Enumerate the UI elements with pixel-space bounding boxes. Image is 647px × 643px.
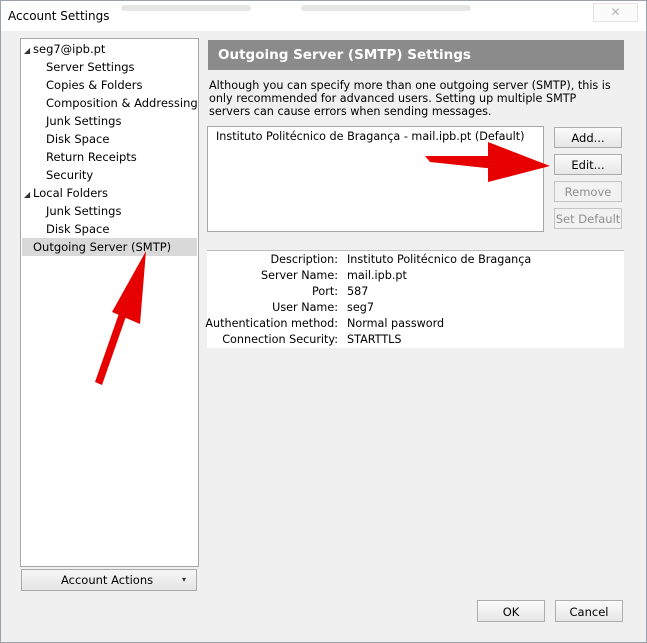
ok-button[interactable]: OK xyxy=(477,600,545,622)
tree-item-return-receipts[interactable]: Return Receipts xyxy=(46,148,137,166)
detail-key: Description: xyxy=(270,253,339,266)
tree-item-outgoing-server[interactable]: Outgoing Server (SMTP) xyxy=(22,238,197,256)
detail-value: STARTTLS xyxy=(347,333,402,346)
detail-key: Port: xyxy=(312,285,338,298)
window-title: Account Settings xyxy=(8,9,110,23)
detail-row: Description: Instituto Politécnico de Bra… xyxy=(207,252,624,268)
detail-value: 587 xyxy=(347,285,369,298)
tree-item-local-junk-settings[interactable]: Junk Settings xyxy=(46,202,121,220)
detail-row: Port: 587 xyxy=(207,284,624,300)
tree-item-disk-space[interactable]: Disk Space xyxy=(46,130,109,148)
tree-item-local-disk-space[interactable]: Disk Space xyxy=(46,220,109,238)
tree-item-label: Server Settings xyxy=(46,60,135,74)
title-blur-decoration xyxy=(301,5,471,11)
tree-item-copies-folders[interactable]: Copies & Folders xyxy=(46,76,142,94)
detail-row: Server Name: mail.ipb.pt xyxy=(207,268,624,284)
detail-value: mail.ipb.pt xyxy=(347,269,407,282)
tree-item-security[interactable]: Security xyxy=(46,166,93,184)
list-item[interactable]: Instituto Politécnico de Bragança - mail… xyxy=(216,130,524,143)
tree-item-label: Local Folders xyxy=(33,186,108,200)
detail-key: Authentication method: xyxy=(205,317,338,330)
tree-item-server-settings[interactable]: Server Settings xyxy=(46,58,135,76)
tree-item-label: Copies & Folders xyxy=(46,78,143,92)
tree-item-label: Composition & Addressing xyxy=(46,96,198,110)
tree-item-label: Security xyxy=(46,168,94,182)
detail-value: Normal password xyxy=(347,317,445,330)
tree-item-label: Junk Settings xyxy=(46,204,122,218)
close-button[interactable]: ✕ xyxy=(593,3,638,22)
detail-value: Instituto Politécnico de Bragança xyxy=(347,253,532,266)
expand-icon[interactable]: ◢ xyxy=(24,186,33,204)
set-default-button[interactable]: Set Default xyxy=(554,208,622,229)
tree-item-label: Return Receipts xyxy=(46,150,137,164)
detail-row: User Name: seg7 xyxy=(207,300,624,316)
detail-row: Connection Security: STARTTLS xyxy=(207,332,624,348)
dialog-content: ◢ seg7@ipb.pt Server Settings Copies & Fo… xyxy=(1,31,646,642)
tree-item-account[interactable]: ◢ seg7@ipb.pt xyxy=(24,40,105,58)
smtp-server-list[interactable]: Instituto Politécnico de Bragança - mail… xyxy=(207,126,544,232)
detail-row: Authentication method: Normal password xyxy=(205,316,624,332)
tree-item-local-folders[interactable]: ◢ Local Folders xyxy=(24,184,108,202)
smtp-description: Although you can specify more than one o… xyxy=(209,79,611,118)
detail-key: Server Name: xyxy=(260,269,338,282)
page-title: Outgoing Server (SMTP) Settings xyxy=(208,40,624,70)
account-tree[interactable]: ◢ seg7@ipb.pt Server Settings Copies & Fo… xyxy=(20,38,199,567)
close-icon: ✕ xyxy=(610,5,621,19)
tree-item-composition-addressing[interactable]: Composition & Addressing xyxy=(46,94,198,112)
remove-button[interactable]: Remove xyxy=(554,181,622,202)
tree-item-label: Disk Space xyxy=(46,132,110,146)
chevron-down-icon: ▾ xyxy=(181,575,186,584)
server-details: Description: Instituto Politécnico de Bra… xyxy=(205,250,624,348)
cancel-button[interactable]: Cancel xyxy=(555,600,623,622)
account-settings-window: Account Settings ✕ ◢ seg7@ipb.pt Server S… xyxy=(0,0,647,643)
add-button[interactable]: Add... xyxy=(554,127,622,148)
title-blur-decoration xyxy=(121,5,251,11)
detail-key: Connection Security: xyxy=(222,333,338,346)
detail-value: seg7 xyxy=(347,301,374,314)
tree-item-junk-settings[interactable]: Junk Settings xyxy=(46,112,121,130)
title-bar: Account Settings ✕ xyxy=(1,1,646,31)
detail-key: User Name: xyxy=(272,301,338,314)
account-actions-button[interactable]: Account Actions ▾ xyxy=(21,569,197,591)
tree-item-label: Junk Settings xyxy=(46,114,122,128)
edit-button[interactable]: Edit... xyxy=(554,154,622,175)
tree-item-label: Disk Space xyxy=(46,222,110,236)
tree-item-label: seg7@ipb.pt xyxy=(33,42,106,56)
account-actions-label: Account Actions xyxy=(61,573,154,587)
expand-icon[interactable]: ◢ xyxy=(24,42,33,60)
tree-item-label: Outgoing Server (SMTP) xyxy=(33,240,172,254)
